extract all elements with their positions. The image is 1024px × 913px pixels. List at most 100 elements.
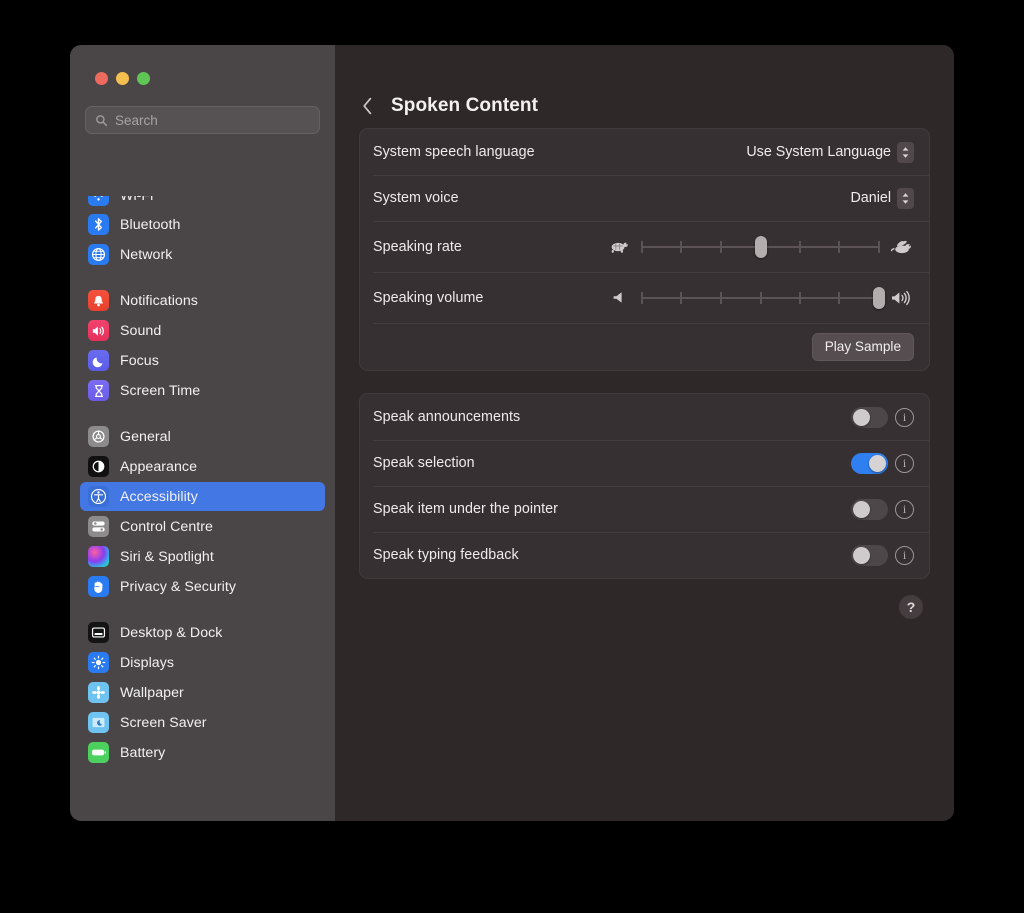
toggle-knob <box>869 454 886 472</box>
row-label: Speak selection <box>373 455 475 471</box>
sidebar-item-screen-time[interactable]: Screen Time <box>80 376 325 405</box>
sidebar-item-notifications[interactable]: Notifications <box>80 286 325 315</box>
speak-typing-feedback-toggle[interactable] <box>851 544 888 566</box>
siri-icon <box>88 546 109 567</box>
slider-thumb[interactable] <box>873 286 885 309</box>
speak-announcements-toggle[interactable] <box>851 406 888 428</box>
speaker-high-icon <box>890 288 914 308</box>
screen-saver-icon <box>88 712 109 733</box>
sidebar-item-desktop-dock[interactable]: Desktop & Dock <box>80 618 325 647</box>
sidebar-nav: Wi-Fi Bluetooth Network <box>70 196 335 821</box>
sidebar-item-label: Battery <box>120 744 166 761</box>
sidebar-item-bluetooth[interactable]: Bluetooth <box>80 210 325 239</box>
speak-typing-feedback-info-button[interactable]: i <box>895 545 914 565</box>
speak-selection-toggle[interactable] <box>851 452 888 474</box>
speak-item-under-pointer-toggle[interactable] <box>851 498 888 520</box>
back-button[interactable] <box>357 93 377 119</box>
help-container: ? <box>359 579 930 619</box>
row-speak-typing-feedback: Speak typing feedback i <box>360 532 929 578</box>
sidebar-item-label: General <box>120 428 171 445</box>
row-label: Speaking volume <box>373 289 484 306</box>
sidebar-item-network[interactable]: Network <box>80 240 325 269</box>
sidebar-item-siri-spotlight[interactable]: Siri & Spotlight <box>80 542 325 571</box>
close-button[interactable] <box>95 72 108 85</box>
speech-settings-card: System speech language Use System Langua… <box>359 128 930 371</box>
sidebar-group-desktop: Desktop & Dock Displays Wallpaper Screen… <box>80 618 325 767</box>
sidebar-item-accessibility[interactable]: Accessibility <box>80 482 325 511</box>
row-play-sample: Play Sample <box>360 323 929 370</box>
bluetooth-icon <box>88 214 109 235</box>
speak-selection-info-button[interactable]: i <box>895 453 914 473</box>
page-title: Spoken Content <box>391 95 539 116</box>
sidebar-item-label: Siri & Spotlight <box>120 548 214 565</box>
tortoise-icon <box>607 237 631 257</box>
sidebar-item-displays[interactable]: Displays <box>80 648 325 677</box>
sound-icon <box>88 320 109 341</box>
sidebar-item-label: Control Centre <box>120 518 213 535</box>
sidebar-item-label: Appearance <box>120 458 198 475</box>
speech-options-card: Speak announcements i Speak selection i … <box>359 393 930 579</box>
speak-item-under-pointer-info-button[interactable]: i <box>895 499 914 519</box>
speaker-low-icon <box>607 288 631 308</box>
speak-announcements-info-button[interactable]: i <box>895 407 914 427</box>
sidebar-group-system: Notifications Sound Focus Screen Time <box>80 286 325 405</box>
sidebar-item-control-centre[interactable]: Control Centre <box>80 512 325 541</box>
sidebar-item-focus[interactable]: Focus <box>80 346 325 375</box>
help-button[interactable]: ? <box>899 595 923 619</box>
sidebar-item-privacy-security[interactable]: Privacy & Security <box>80 572 325 601</box>
search-container <box>70 85 335 134</box>
wallpaper-icon <box>88 682 109 703</box>
sidebar-item-wallpaper[interactable]: Wallpaper <box>80 678 325 707</box>
displays-icon <box>88 652 109 673</box>
sidebar-item-wifi-clipped[interactable]: Wi-Fi <box>80 196 325 210</box>
sidebar-item-label: Displays <box>120 654 175 671</box>
row-speak-selection: Speak selection i <box>360 440 929 486</box>
sidebar-item-label: Desktop & Dock <box>120 624 223 641</box>
sidebar-group-network: Wi-Fi Bluetooth Network <box>80 196 325 269</box>
sidebar-item-appearance[interactable]: Appearance <box>80 452 325 481</box>
chevron-up-down-icon <box>897 187 914 209</box>
minimize-button[interactable] <box>116 72 129 85</box>
row-label: Speak typing feedback <box>373 547 519 563</box>
zoom-button[interactable] <box>137 72 150 85</box>
row-label: Speaking rate <box>373 238 462 255</box>
system-speech-language-popup[interactable]: Use System Language <box>746 141 914 163</box>
sidebar-item-label: Wallpaper <box>120 684 184 701</box>
row-speaking-volume: Speaking volume <box>360 272 929 323</box>
row-speak-announcements: Speak announcements i <box>360 394 929 440</box>
system-settings-window: Wi-Fi Bluetooth Network <box>70 45 954 821</box>
sidebar-item-sound[interactable]: Sound <box>80 316 325 345</box>
sidebar-item-label: Network <box>120 246 173 263</box>
battery-icon <box>88 742 109 763</box>
row-speak-item-under-pointer: Speak item under the pointer i <box>360 486 929 532</box>
slider-thumb[interactable] <box>754 235 767 258</box>
sidebar-item-label: Screen Time <box>120 382 201 399</box>
sidebar-item-label: Wi-Fi <box>120 196 153 204</box>
focus-icon <box>88 350 109 371</box>
sidebar-item-general[interactable]: General <box>80 422 325 451</box>
speaking-rate-slider[interactable] <box>641 235 880 258</box>
window-traffic-lights <box>70 45 335 85</box>
control-centre-icon <box>88 516 109 537</box>
screen-time-icon <box>88 380 109 401</box>
content-header: Spoken Content <box>335 45 954 116</box>
row-label: System speech language <box>373 144 535 160</box>
desktop-dock-icon <box>88 622 109 643</box>
play-sample-button[interactable]: Play Sample <box>811 332 914 361</box>
sidebar-item-label: Notifications <box>120 292 198 309</box>
search-field[interactable] <box>85 106 320 134</box>
sidebar-item-battery[interactable]: Battery <box>80 738 325 767</box>
toggle-knob <box>853 500 870 518</box>
row-label: Speak announcements <box>373 409 521 425</box>
sidebar-item-screen-saver[interactable]: Screen Saver <box>80 708 325 737</box>
speaking-volume-slider[interactable] <box>641 286 885 309</box>
row-label: Speak item under the pointer <box>373 501 558 517</box>
sidebar-group-personal: General Appearance Accessibility Control… <box>80 422 325 601</box>
system-voice-popup[interactable]: Daniel <box>850 187 914 209</box>
settings-body: System speech language Use System Langua… <box>335 115 954 619</box>
toggle-knob <box>853 546 870 564</box>
sidebar-item-label: Focus <box>120 352 159 369</box>
sidebar-item-label: Accessibility <box>120 488 198 505</box>
sidebar-item-label: Privacy & Security <box>120 578 237 595</box>
search-input[interactable] <box>115 112 310 128</box>
